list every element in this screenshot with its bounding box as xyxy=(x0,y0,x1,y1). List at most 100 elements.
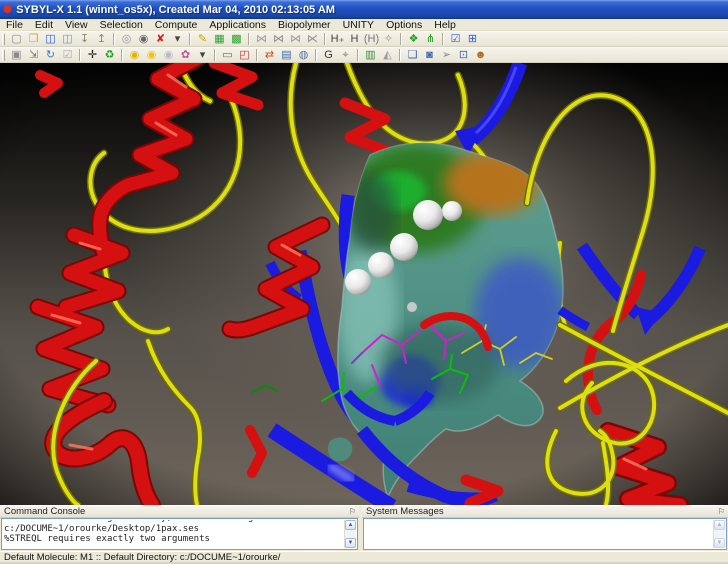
swap-views-icon[interactable]: ⇄ xyxy=(261,48,278,62)
menu-applications[interactable]: Applications xyxy=(203,19,272,31)
pin-icon[interactable]: ⚐ xyxy=(349,506,356,517)
system-messages-scrollbar[interactable]: ▲ ▼ xyxy=(713,520,725,548)
render-palette-icon[interactable]: ✿ xyxy=(177,48,194,62)
hydrogens-icon[interactable]: H xyxy=(346,32,363,46)
view-molecule-icon[interactable]: ▦ xyxy=(211,32,228,46)
toolbar-separator xyxy=(315,49,317,61)
command-console-title: Command Console xyxy=(4,506,85,517)
command-console-scrollbar[interactable]: ▲ ▼ xyxy=(344,520,356,548)
substituent-icon[interactable]: ⋔ xyxy=(422,32,439,46)
image-panel-icon[interactable]: ▥ xyxy=(362,48,379,62)
import-file-icon[interactable]: ↧ xyxy=(76,32,93,46)
console-line: %STREQL requires exactly two arguments xyxy=(4,534,343,545)
menu-file[interactable]: File xyxy=(0,19,29,31)
scroll-down-icon[interactable]: ▼ xyxy=(345,538,356,548)
menu-edit[interactable]: Edit xyxy=(29,19,59,31)
snapshot-icon[interactable]: ◎ xyxy=(118,32,135,46)
add-lightbulb-icon[interactable]: ◉ xyxy=(126,48,143,62)
clear-selection-icon[interactable]: ◰ xyxy=(236,48,253,62)
globe-view-icon[interactable]: ◍ xyxy=(295,48,312,62)
fit-view-icon[interactable]: ▩ xyxy=(228,32,245,46)
command-console-body[interactable]: Your current viewing directory, has been… xyxy=(1,518,358,550)
screen-box-icon[interactable]: ▣ xyxy=(8,48,25,62)
dropdown-caret-icon[interactable]: ▾ xyxy=(194,48,211,62)
console-lines: Your current viewing directory, has been… xyxy=(4,520,343,549)
app-logo-icon: ✺ xyxy=(3,3,12,16)
lightbulb-on-icon[interactable]: ◉ xyxy=(143,48,160,62)
system-messages-panel: System Messages ⚐ ▲ ▼ xyxy=(362,506,728,552)
new-file-icon[interactable]: ▢ xyxy=(8,32,25,46)
command-console-panel: Command Console ⚐ Your current viewing d… xyxy=(0,506,359,552)
protein-scene xyxy=(0,63,728,505)
menu-unity[interactable]: UNITY xyxy=(337,19,381,31)
label-g-icon[interactable]: G xyxy=(320,48,337,62)
system-messages-header[interactable]: System Messages ⚐ xyxy=(362,506,728,518)
extract-molecules-icon[interactable]: ⋈ xyxy=(270,32,287,46)
docked-panels: Command Console ⚐ Your current viewing d… xyxy=(0,505,728,551)
spreadsheet-icon[interactable]: ⊞ xyxy=(464,32,481,46)
menu-view[interactable]: View xyxy=(59,19,94,31)
status-text: Default Molecule: M1 :: Default Director… xyxy=(4,552,280,563)
menu-options[interactable]: Options xyxy=(380,19,428,31)
sybyl-window: ✺ SYBYL-X 1.1 (winnt_os5x), Created Mar … xyxy=(0,0,728,564)
save-as-icon[interactable]: ◫ xyxy=(59,32,76,46)
spreadsheet-checked-icon[interactable]: ☑ xyxy=(447,32,464,46)
toolbar-separator xyxy=(113,33,115,45)
toolbar-grip[interactable] xyxy=(2,50,5,61)
command-console-header[interactable]: Command Console ⚐ xyxy=(0,506,359,518)
benzene-ring-icon[interactable]: ❖ xyxy=(405,32,422,46)
save-icon[interactable]: ◫ xyxy=(42,32,59,46)
dropdown-caret-icon[interactable]: ▾ xyxy=(169,32,186,46)
cascade-windows-icon[interactable]: ❏ xyxy=(404,48,421,62)
pin-icon[interactable]: ⚐ xyxy=(718,506,725,517)
menu-help[interactable]: Help xyxy=(428,19,462,31)
monitor-icon[interactable]: ⊡ xyxy=(455,48,472,62)
mouse-settings-icon[interactable]: ⌖ xyxy=(337,48,354,62)
scroll-down-icon[interactable]: ▼ xyxy=(714,538,725,548)
toolbar-row-2: ▣⇲↻☑✛♻◉◉◉✿▾▭◰⇄▤◍G⌖▥◭❏◙➢⊡☻ xyxy=(0,47,728,63)
menu-compute[interactable]: Compute xyxy=(149,19,204,31)
toolbar-separator xyxy=(248,33,250,45)
select-box-icon[interactable]: ▭ xyxy=(219,48,236,62)
merge-molecules-icon[interactable]: ⋈ xyxy=(253,32,270,46)
join-fragments-icon[interactable]: ⋈ xyxy=(287,32,304,46)
refresh-view-icon[interactable]: ↻ xyxy=(42,48,59,62)
lightbulb-off-icon[interactable]: ◉ xyxy=(160,48,177,62)
toolbar-separator xyxy=(442,33,444,45)
toolbar-separator xyxy=(79,49,81,61)
toolbar-grip[interactable] xyxy=(2,34,5,45)
export-file-icon[interactable]: ↥ xyxy=(93,32,110,46)
break-bond-icon[interactable]: ⋉ xyxy=(304,32,321,46)
menu-bar: FileEditViewSelectionComputeApplications… xyxy=(0,19,728,31)
title-bar[interactable]: ✺ SYBYL-X 1.1 (winnt_os5x), Created Mar … xyxy=(0,0,728,19)
window-title: SYBYL-X 1.1 (winnt_os5x), Created Mar 04… xyxy=(16,4,335,16)
toolbar-separator xyxy=(399,49,401,61)
scroll-up-icon[interactable]: ▲ xyxy=(345,520,356,530)
molecule-viewport[interactable] xyxy=(0,63,728,505)
toolbar-separator xyxy=(214,49,216,61)
power-display-icon[interactable]: ◙ xyxy=(421,48,438,62)
system-messages-body[interactable]: ▲ ▼ xyxy=(363,518,727,550)
checkbox-dim-icon[interactable]: ☑ xyxy=(59,48,76,62)
delete-icon[interactable]: ✘ xyxy=(152,32,169,46)
toolbar-separator xyxy=(324,33,326,45)
toggle-hydrogens-icon[interactable]: (H) xyxy=(363,32,380,46)
camera-icon[interactable]: ◉ xyxy=(135,32,152,46)
cone-icon[interactable]: ◭ xyxy=(379,48,396,62)
menu-selection[interactable]: Selection xyxy=(94,19,149,31)
recenter-icon[interactable]: ♻ xyxy=(101,48,118,62)
expand-view-icon[interactable]: ⇲ xyxy=(25,48,42,62)
translate-icon[interactable]: ✛ xyxy=(84,48,101,62)
add-hydrogens-icon[interactable]: H₊ xyxy=(329,32,346,46)
toolbar-separator xyxy=(189,33,191,45)
pointer-send-icon[interactable]: ➢ xyxy=(438,48,455,62)
user-palette-icon[interactable]: ☻ xyxy=(472,48,489,62)
display-settings-icon[interactable]: ▤ xyxy=(278,48,295,62)
key-icon[interactable]: ✧ xyxy=(380,32,397,46)
open-file-icon[interactable]: ❒ xyxy=(25,32,42,46)
menu-biopolymer[interactable]: Biopolymer xyxy=(272,19,337,31)
toolbar-separator xyxy=(121,49,123,61)
sketch-molecule-icon[interactable]: ✎ xyxy=(194,32,211,46)
toolbar-separator xyxy=(400,33,402,45)
scroll-up-icon[interactable]: ▲ xyxy=(714,520,725,530)
